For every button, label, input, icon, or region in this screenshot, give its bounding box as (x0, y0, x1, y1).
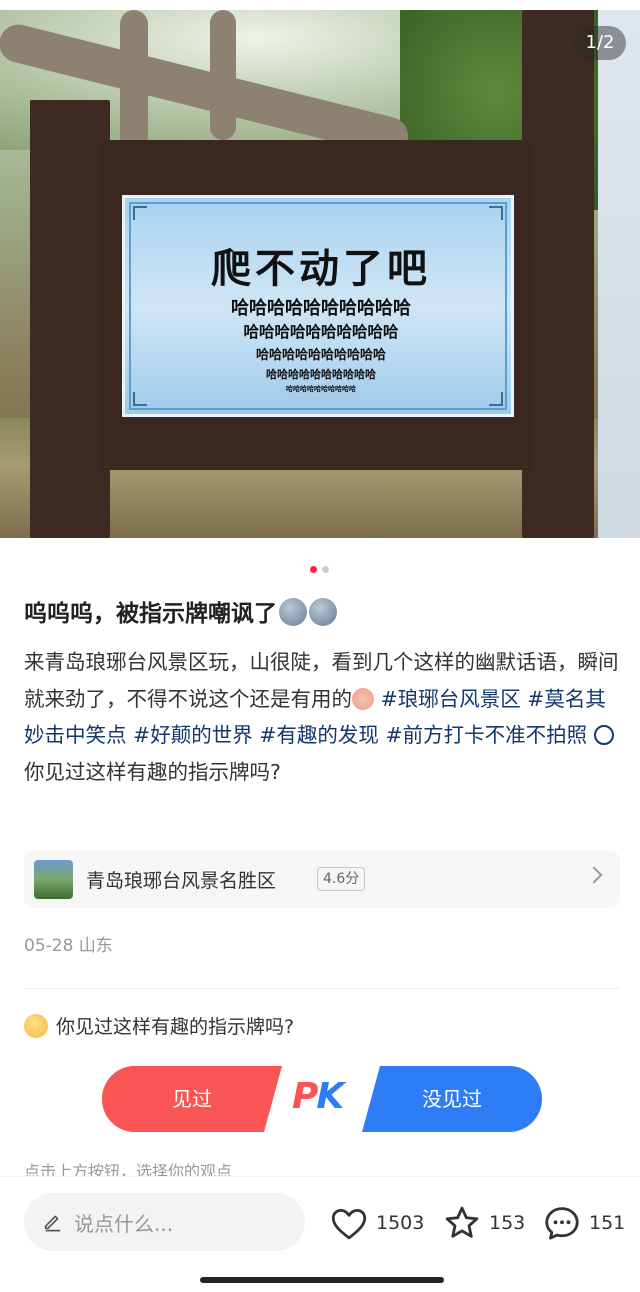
thinking-face-icon (24, 1014, 48, 1038)
sign-line: 哈哈哈哈哈哈哈哈哈哈 (231, 298, 411, 319)
post-body: 来青岛琅琊台风景区玩，山很陡，看到几个这样的幽默话语，瞬间就来劲了，不得不说这个… (24, 644, 620, 790)
star-icon (445, 1206, 479, 1238)
sign-post-left (30, 100, 110, 538)
post-title-text: 呜呜呜，被指示牌嘲讽了 (24, 601, 277, 627)
favorite-button[interactable]: 153 (441, 1201, 525, 1245)
image-counter: 1/2 (574, 26, 626, 60)
sign-post-right (522, 10, 594, 538)
hashtag-link[interactable]: #有趣的发现 (259, 723, 379, 747)
heart-icon (331, 1209, 367, 1240)
like-button[interactable]: 1503 (328, 1201, 424, 1245)
bottom-action-bar: 说点什么... 1503 153 151 (0, 1176, 640, 1292)
baby-face-icon (352, 687, 374, 710)
pencil-icon (44, 1215, 61, 1232)
post-date-location: 05-28 山东 (24, 936, 113, 956)
home-indicator[interactable] (200, 1277, 444, 1283)
pk-logo-p: P (292, 1076, 318, 1117)
location-score-badge: 4.6分 (317, 867, 366, 891)
carousel-dot-active[interactable] (310, 566, 317, 573)
hashtag-link[interactable]: #好颠的世界 (133, 723, 253, 747)
carousel-indicator (310, 566, 329, 573)
carousel-dot[interactable] (322, 566, 329, 573)
pk-poll: 见过 没见过 PK (102, 1066, 542, 1132)
sign-line: 哈哈哈哈哈哈哈哈哈哈 (243, 323, 399, 341)
comment-placeholder: 说点什么... (74, 1212, 174, 1236)
photo-trunk (120, 10, 148, 150)
poll-question: 你见过这样有趣的指示牌吗? (24, 1012, 294, 1039)
comment-count: 151 (589, 1212, 626, 1234)
hashtag-link[interactable]: #前方打卡不准不拍照 (385, 723, 587, 747)
photo-trunk (210, 10, 236, 140)
comment-button[interactable]: 151 (541, 1201, 625, 1245)
location-thumbnail (34, 860, 73, 899)
sign-title: 爬不动了吧 (211, 246, 431, 292)
favorite-count: 153 (489, 1212, 526, 1234)
moon-face-icon (279, 598, 307, 626)
location-name: 青岛琅琊台风景名胜区 (86, 870, 277, 892)
comment-input[interactable]: 说点什么... (24, 1193, 305, 1251)
like-count: 1503 (376, 1212, 425, 1234)
poll-question-text: 你见过这样有趣的指示牌吗? (56, 1016, 295, 1038)
sign-line: 哈哈哈哈哈哈哈哈哈哈 (255, 348, 386, 363)
moon-face-icon (309, 598, 337, 626)
post-body-question: 你见过这样有趣的指示牌吗? (24, 759, 281, 784)
chat-bubble-icon (593, 725, 614, 745)
photo-side-panel (598, 10, 640, 538)
pk-logo-k: K (316, 1076, 344, 1117)
divider (24, 988, 620, 989)
post-photo[interactable]: 爬不动了吧 哈哈哈哈哈哈哈哈哈哈 哈哈哈哈哈哈哈哈哈哈 哈哈哈哈哈哈哈哈哈哈 哈… (0, 10, 640, 538)
sign-board: 爬不动了吧 哈哈哈哈哈哈哈哈哈哈 哈哈哈哈哈哈哈哈哈哈 哈哈哈哈哈哈哈哈哈哈 哈… (122, 195, 514, 417)
sign-line: 哈哈哈哈哈哈哈哈哈哈 (266, 368, 376, 381)
location-card[interactable]: 青岛琅琊台风景名胜区 4.6分 (24, 851, 620, 908)
chevron-right-icon (585, 866, 603, 884)
sign-line: 哈哈哈哈哈哈哈哈哈哈 (286, 385, 356, 393)
poll-option-left-label[interactable]: 见过 (102, 1066, 282, 1132)
hashtag-link[interactable]: #琅琊台风景区 (381, 687, 521, 711)
poll-option-right-label[interactable]: 没见过 (362, 1066, 542, 1132)
post-title: 呜呜呜，被指示牌嘲讽了 (24, 596, 616, 632)
pk-logo: PK (292, 1076, 344, 1117)
comment-icon (545, 1207, 579, 1240)
